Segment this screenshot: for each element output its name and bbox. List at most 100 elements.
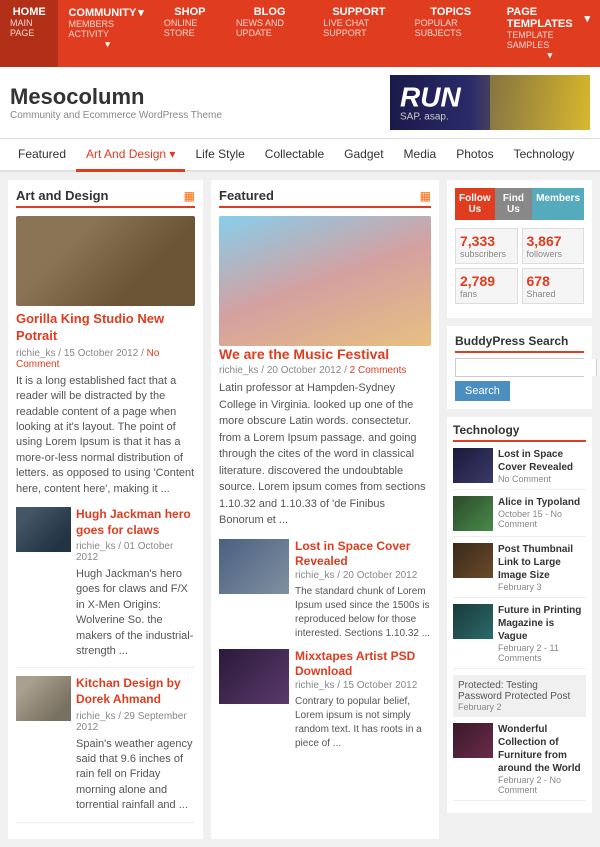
center-small-article-1-image: [219, 539, 289, 594]
site-tagline: Community and Ecommerce WordPress Theme: [10, 110, 390, 121]
left-small-article-2-title[interactable]: Kitchan Design by Dorek Ahmand: [76, 676, 195, 707]
tech-article-2-image: [453, 543, 493, 578]
cat-nav-lifestyle[interactable]: Life Style: [185, 139, 254, 172]
tech-article-3-title[interactable]: Future in Printing Magazine is Vague: [498, 604, 586, 643]
tech-article-2-meta: February 3: [498, 582, 586, 592]
buddypress-search-input[interactable]: [456, 359, 596, 376]
cat-nav-media[interactable]: Media: [394, 139, 447, 172]
cat-nav-technology[interactable]: Technology: [504, 139, 585, 172]
tech-article-0-title[interactable]: Lost in Space Cover Revealed: [498, 448, 586, 474]
social-grid: 7,333 subscribers 3,867 followers 2,789 …: [455, 228, 584, 304]
nav-item-support[interactable]: SUPPORT live chat support: [313, 0, 404, 67]
subscribers-label: subscribers: [460, 249, 513, 259]
left-column: Art and Design ▦ Gorilla King Studio New…: [8, 180, 203, 839]
cat-nav-collectable[interactable]: Collectable: [255, 139, 334, 172]
cat-nav-gadget[interactable]: Gadget: [334, 139, 393, 172]
social-item-subscribers: 7,333 subscribers: [455, 228, 518, 264]
rss-icon-center: ▦: [420, 189, 431, 203]
center-section-title: Featured: [219, 188, 274, 203]
center-small-article-1-title[interactable]: Lost in Space Cover Revealed: [295, 539, 431, 570]
nav-item-community[interactable]: COMMUNITY ▾ members activity: [58, 0, 153, 67]
nav-item-shop[interactable]: SHOP online store: [154, 0, 226, 67]
center-section-header: Featured ▦: [219, 188, 431, 208]
left-small-article-1-excerpt: Hugh Jackman's hero goes for claws and F…: [76, 567, 195, 659]
center-small-article-1-excerpt: The standard chunk of Lorem Ipsum used s…: [295, 585, 431, 641]
tech-article-1-image: [453, 496, 493, 531]
tech-article-extra-image: [453, 723, 493, 758]
left-small-article-2-content: Kitchan Design by Dorek Ahmand richie_ks…: [76, 676, 195, 813]
protected-post-title[interactable]: Protected: Testing Password Protected Po…: [458, 680, 581, 702]
left-main-article-excerpt: It is a long established fact that a rea…: [16, 374, 195, 497]
tech-article-extra: Wonderful Collection of Furniture from a…: [453, 723, 586, 801]
tab-members[interactable]: Members: [532, 188, 584, 220]
cat-nav-artdesign[interactable]: Art And Design ▾: [76, 139, 185, 172]
fans-label: fans: [460, 289, 513, 299]
tech-article-extra-title[interactable]: Wonderful Collection of Furniture from a…: [498, 723, 586, 775]
social-item-shared: 678 Shared: [522, 268, 585, 304]
tech-article-0-content: Lost in Space Cover Revealed No Comment: [498, 448, 586, 484]
left-small-article-1-meta: richie_ks / 01 October 2012: [76, 541, 195, 563]
cat-nav-featured[interactable]: Featured: [8, 139, 76, 172]
left-main-article-title[interactable]: Gorilla King Studio New Potrait: [16, 311, 195, 345]
cat-nav-photos[interactable]: Photos: [446, 139, 503, 172]
buddypress-search-button[interactable]: Search: [455, 381, 510, 401]
left-small-article-1-content: Hugh Jackman hero goes for claws richie_…: [76, 507, 195, 660]
followers-count: 3,867: [527, 233, 580, 249]
nav-item-home[interactable]: HOME main page: [0, 0, 58, 67]
nav-item-blog[interactable]: BLOG news and update: [226, 0, 313, 67]
nav-item-pagetemplates[interactable]: PAGE TEMPLATES ▾ template samples: [497, 0, 600, 67]
center-small-article-2: Mixxtapes Artist PSD Download richie_ks …: [219, 649, 431, 751]
tech-article-1-title[interactable]: Alice in Typoland: [498, 496, 586, 509]
tab-follow[interactable]: Follow Us: [455, 188, 495, 220]
left-section-title: Art and Design: [16, 188, 108, 203]
social-tabs: Follow Us Find Us Members: [455, 188, 584, 220]
buddypress-search-select[interactable]: Members: [596, 359, 600, 376]
tab-find[interactable]: Find Us: [495, 188, 532, 220]
technology-box: Technology Lost in Space Cover Revealed …: [447, 417, 592, 813]
left-small-article-1-title[interactable]: Hugh Jackman hero goes for claws: [76, 507, 195, 538]
center-small-article-2-title[interactable]: Mixxtapes Artist PSD Download: [295, 649, 431, 680]
tech-article-extra-content: Wonderful Collection of Furniture from a…: [498, 723, 586, 795]
tech-article-3-image: [453, 604, 493, 639]
site-title: Mesocolumn: [10, 84, 390, 110]
center-small-article-2-content: Mixxtapes Artist PSD Download richie_ks …: [295, 649, 431, 751]
category-nav: Featured Art And Design ▾ Life Style Col…: [0, 139, 600, 172]
search-input-row: Members: [455, 358, 584, 377]
followers-label: followers: [527, 249, 580, 259]
buddypress-search-box: BuddyPress Search Members Search: [447, 326, 592, 409]
center-main-article-body: Latin professor at Hampden-Sydney Colleg…: [219, 380, 431, 529]
center-main-article: We are the Music Festival richie_ks / 20…: [219, 216, 431, 529]
tech-article-1-content: Alice in Typoland October 15 - No Commen…: [498, 496, 586, 531]
buddypress-title: BuddyPress Search: [455, 334, 584, 353]
tech-article-0-image: [453, 448, 493, 483]
tech-article-extra-meta: February 2 - No Comment: [498, 775, 586, 795]
tech-article-2-title[interactable]: Post Thumbnail Link to Large Image Size: [498, 543, 586, 582]
center-small-article-2-excerpt: Contrary to popular belief, Lorem ipsum …: [295, 695, 431, 751]
shared-label: Shared: [527, 289, 580, 299]
nav-item-topics[interactable]: TOPICS popular subjects: [405, 0, 497, 67]
header-banner: RUN SAP. asap.: [390, 75, 590, 130]
center-small-article-1-content: Lost in Space Cover Revealed richie_ks /…: [295, 539, 431, 641]
rss-icon-left: ▦: [184, 189, 195, 203]
left-small-article-1: Hugh Jackman hero goes for claws richie_…: [16, 507, 195, 669]
center-main-article-meta: richie_ks / 20 October 2012 / 2 Comments: [219, 365, 431, 376]
left-main-article-image: [16, 216, 195, 306]
left-small-article-1-image: [16, 507, 71, 552]
subscribers-count: 7,333: [460, 233, 513, 249]
tech-article-1: Alice in Typoland October 15 - No Commen…: [453, 496, 586, 537]
center-main-article-title[interactable]: We are the Music Festival: [219, 346, 431, 362]
shared-count: 678: [527, 273, 580, 289]
protected-post-date: February 2: [458, 702, 581, 712]
tech-article-2-content: Post Thumbnail Link to Large Image Size …: [498, 543, 586, 592]
tech-article-0-meta: No Comment: [498, 474, 586, 484]
banner-sub-text: SAP. asap.: [400, 111, 461, 122]
protected-post: Protected: Testing Password Protected Po…: [453, 675, 586, 717]
banner-main-text: RUN: [400, 83, 461, 111]
tech-article-3: Future in Printing Magazine is Vague Feb…: [453, 604, 586, 669]
left-small-article-2-excerpt: Spain's weather agency said that 9.6 inc…: [76, 737, 195, 814]
tech-article-3-meta: February 2 - 11 Comments: [498, 643, 586, 663]
center-small-article-1-meta: richie_ks / 20 October 2012: [295, 570, 431, 581]
center-small-article-2-image: [219, 649, 289, 704]
tech-article-2: Post Thumbnail Link to Large Image Size …: [453, 543, 586, 598]
center-small-article-2-meta: richie_ks / 15 October 2012: [295, 680, 431, 691]
